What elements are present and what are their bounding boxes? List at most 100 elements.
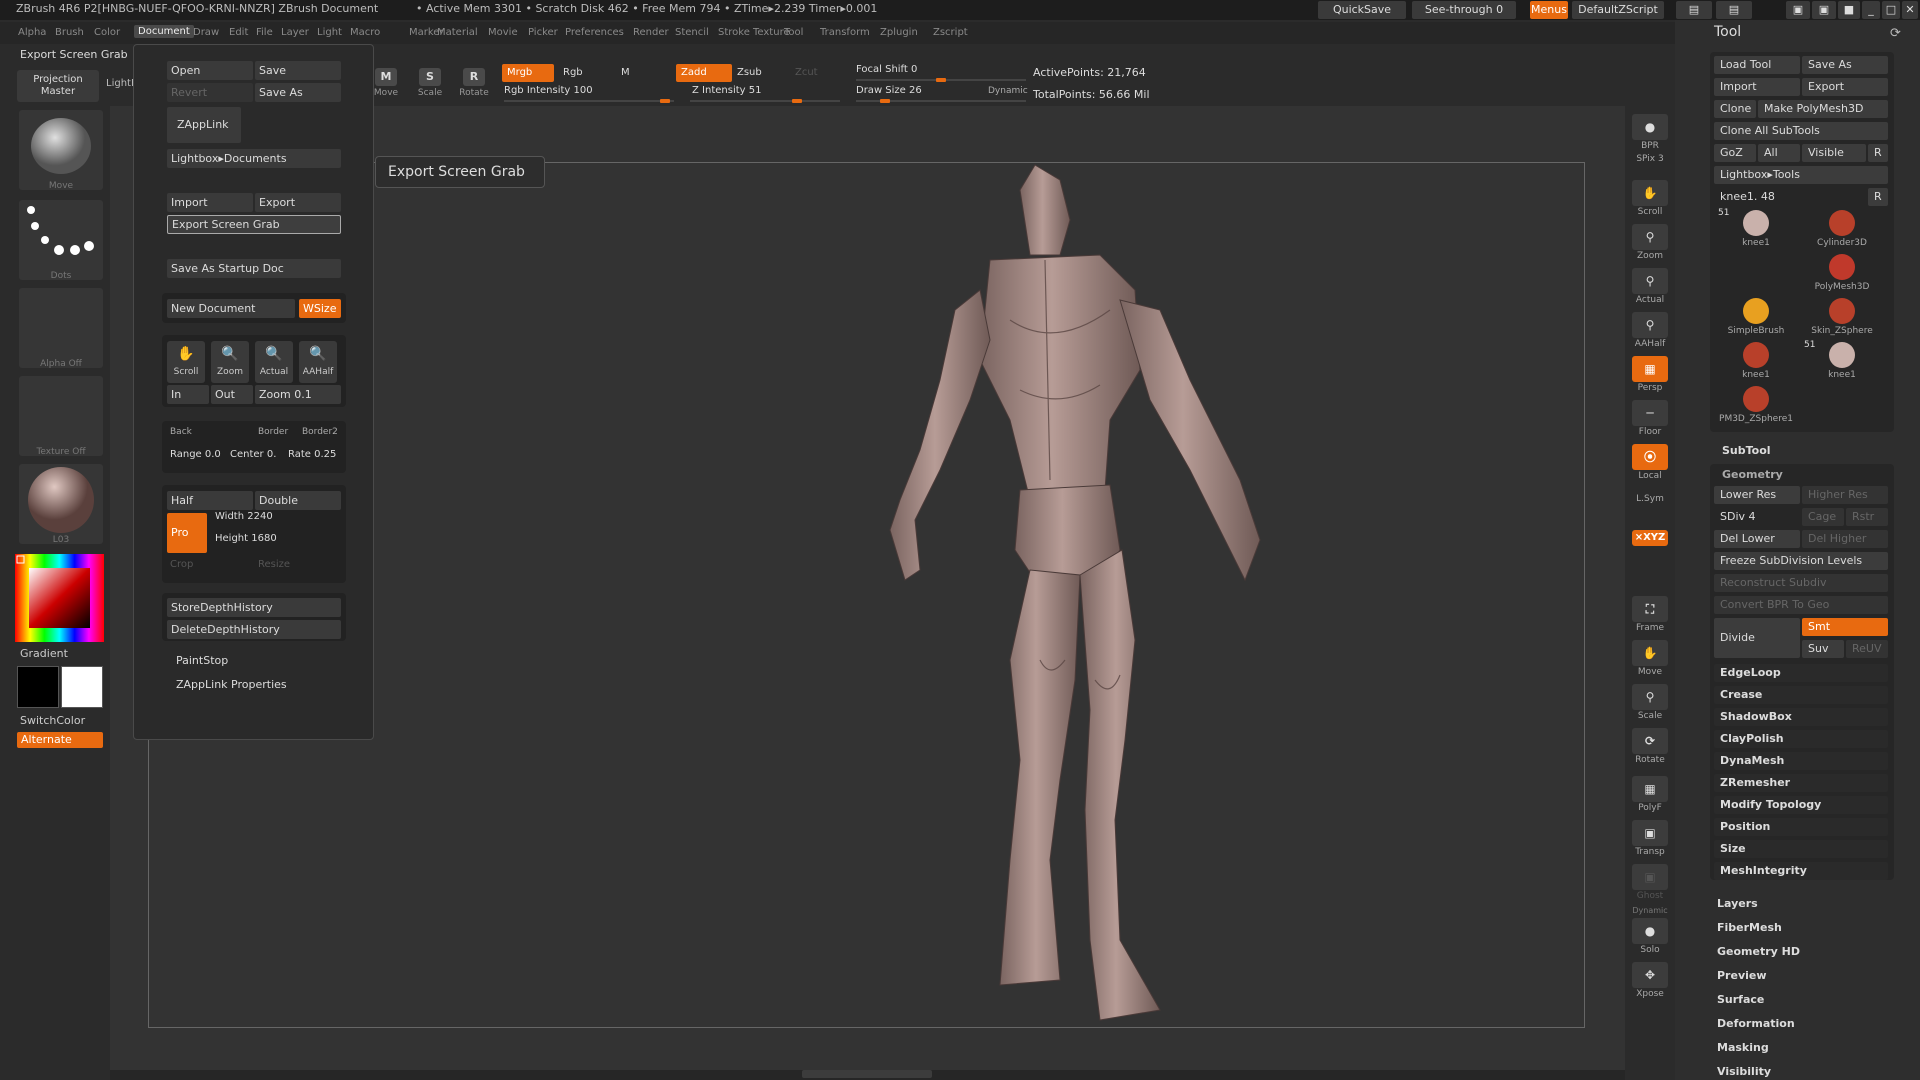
higher-res-button[interactable]: Higher Res	[1802, 486, 1888, 504]
make-polymesh-button[interactable]: Make PolyMesh3D	[1758, 100, 1888, 118]
goz-button[interactable]: GoZ	[1714, 144, 1756, 162]
texture-thumbnail[interactable]: Texture Off	[19, 376, 103, 457]
see-through-slider[interactable]: See-through 0	[1412, 1, 1516, 19]
focal-shift-knob[interactable]	[936, 78, 946, 82]
rotate-view-button[interactable]: ⟳ Rotate	[1630, 728, 1670, 768]
lightbox-documents-button[interactable]: Lightbox▸Documents	[167, 149, 341, 168]
geometry-zremesher[interactable]: ZRemesher	[1714, 774, 1888, 792]
floor-button[interactable]: ─ Floor	[1630, 400, 1670, 440]
open-button[interactable]: Open	[167, 61, 253, 80]
save-as-tool-button[interactable]: Save As	[1802, 56, 1888, 74]
subpalette-fibermesh[interactable]: FiberMesh	[1717, 921, 1782, 934]
actual-button[interactable]: 🔍 Actual	[255, 341, 293, 383]
zadd-button[interactable]: Zadd	[676, 64, 732, 82]
clone-all-subtools-button[interactable]: Clone All SubTools	[1714, 122, 1888, 140]
subpalette-layers[interactable]: Layers	[1717, 897, 1758, 910]
resize-button[interactable]: Resize	[258, 559, 290, 570]
layout2-icon[interactable]: ▤	[1716, 1, 1752, 19]
wsize-button[interactable]: WSize	[299, 299, 341, 318]
zoom-view-button[interactable]: ⚲ Zoom	[1630, 224, 1670, 264]
dynamic-toggle[interactable]: Dynamic	[988, 86, 1028, 96]
rotate-tool[interactable]: R Rotate	[457, 64, 491, 104]
move-tool[interactable]: M Move	[369, 64, 403, 104]
xpose-button[interactable]: ✥ Xpose	[1630, 962, 1670, 1002]
scale-tool[interactable]: S Scale	[413, 64, 447, 104]
suv-button[interactable]: Suv	[1802, 640, 1844, 658]
border2-color-button[interactable]: Border2	[302, 427, 338, 437]
maximize-icon[interactable]: □	[1882, 1, 1900, 19]
layout-icon[interactable]: ▤	[1676, 1, 1712, 19]
bottom-scroll-handle[interactable]	[802, 1070, 932, 1078]
menu-zscript[interactable]: Zscript	[933, 27, 968, 38]
smt-button[interactable]: Smt	[1802, 618, 1888, 636]
m-button[interactable]: M	[616, 64, 656, 82]
frame-button[interactable]: ⛶ Frame	[1630, 596, 1670, 636]
del-higher-button[interactable]: Del Higher	[1802, 530, 1888, 548]
rgb-button[interactable]: Rgb	[558, 64, 610, 82]
revert-button[interactable]: Revert	[167, 83, 253, 102]
menu-brush[interactable]: Brush	[55, 27, 84, 38]
subtool-thumb-simplebrush[interactable]: SimpleBrush	[1714, 298, 1798, 336]
quicksave-button[interactable]: QuickSave	[1318, 1, 1406, 19]
del-lower-button[interactable]: Del Lower	[1714, 530, 1800, 548]
menu-light[interactable]: Light	[317, 27, 342, 38]
subtool-section[interactable]: SubTool	[1722, 444, 1771, 457]
export-button[interactable]: Export	[255, 193, 341, 212]
menus-toggle[interactable]: Menus	[1530, 1, 1568, 19]
zoom-button[interactable]: 🔍 Zoom	[211, 341, 249, 383]
import-tool-button[interactable]: Import	[1714, 78, 1800, 96]
brush-thumbnail[interactable]: Move	[19, 110, 103, 191]
menu-transform[interactable]: Transform	[820, 27, 870, 38]
menu-alpha[interactable]: Alpha	[18, 27, 46, 38]
menu-stencil[interactable]: Stencil	[675, 27, 709, 38]
divide-button[interactable]: Divide	[1714, 618, 1800, 658]
projection-master-button[interactable]: Projection Master	[17, 70, 99, 102]
rate-slider[interactable]: Rate 0.25	[288, 449, 336, 460]
minimize-icon[interactable]: _	[1862, 1, 1880, 19]
goz-visible-button[interactable]: Visible	[1802, 144, 1866, 162]
scroll-button[interactable]: ✋ Scroll	[167, 341, 205, 383]
pro-button[interactable]: Pro	[167, 513, 207, 553]
zoom-out-button[interactable]: Out	[211, 385, 253, 404]
subtool-thumb-knee1[interactable]: knee1 51	[1800, 340, 1884, 380]
height-slider[interactable]: Height 1680	[215, 533, 277, 544]
menu-material[interactable]: Material	[437, 27, 478, 38]
focal-shift-slider[interactable]: Focal Shift 0	[856, 64, 917, 75]
center-slider[interactable]: Center 0.	[230, 449, 276, 460]
export-screen-grab-button[interactable]: Export Screen Grab	[167, 215, 341, 234]
lock-icon[interactable]: ■	[1838, 1, 1860, 19]
clone-button[interactable]: Clone	[1714, 100, 1756, 118]
polyframe-button[interactable]: ▦ PolyF	[1630, 776, 1670, 816]
delete-depth-history-button[interactable]: DeleteDepthHistory	[167, 620, 341, 639]
geometry-size[interactable]: Size	[1714, 840, 1888, 858]
rgb-intensity-slider[interactable]: Rgb Intensity 100	[504, 85, 593, 96]
subpalette-preview[interactable]: Preview	[1717, 969, 1767, 982]
geometry-dynamesh[interactable]: DynaMesh	[1714, 752, 1888, 770]
paintstop-section[interactable]: PaintStop	[176, 654, 228, 667]
spix-slider[interactable]: SPix 3	[1630, 154, 1670, 172]
rstr-button[interactable]: Rstr	[1846, 508, 1888, 526]
geometry-section[interactable]: Geometry	[1722, 468, 1783, 481]
zoom-slider[interactable]: Zoom 0.1	[255, 385, 341, 404]
alternate-button[interactable]: Alternate	[17, 732, 103, 748]
goz-r-button[interactable]: R	[1868, 144, 1888, 162]
draw-size-slider[interactable]: Draw Size 26	[856, 85, 922, 96]
subtool-thumb-knee1[interactable]: knee1 51	[1714, 208, 1798, 248]
close-icon[interactable]: ✕	[1902, 1, 1918, 19]
tool-r-button[interactable]: R	[1868, 188, 1888, 206]
subtool-thumb-cylinder3d[interactable]: Cylinder3D	[1800, 210, 1884, 248]
load-tool-button[interactable]: Load Tool	[1714, 56, 1800, 74]
current-tool-slider[interactable]: knee1. 48	[1714, 188, 1864, 206]
scroll-view-button[interactable]: ✋ Scroll	[1630, 180, 1670, 220]
menu-layer[interactable]: Layer	[281, 27, 309, 38]
refresh-icon[interactable]: ⟳	[1890, 26, 1901, 41]
subpalette-deformation[interactable]: Deformation	[1717, 1017, 1795, 1030]
lsym-button[interactable]: L.Sym	[1630, 494, 1670, 524]
xyz-rotation-button[interactable]: ⨯XYZ	[1630, 530, 1670, 550]
convert-bpr-button[interactable]: Convert BPR To Geo	[1714, 596, 1888, 614]
zapplink-properties-section[interactable]: ZAppLink Properties	[176, 678, 287, 691]
subpalette-visibility[interactable]: Visibility	[1717, 1065, 1771, 1078]
cage-button[interactable]: Cage	[1802, 508, 1844, 526]
transp-button[interactable]: ▣ Transp	[1630, 820, 1670, 860]
save-startup-doc-button[interactable]: Save As Startup Doc	[167, 259, 341, 278]
